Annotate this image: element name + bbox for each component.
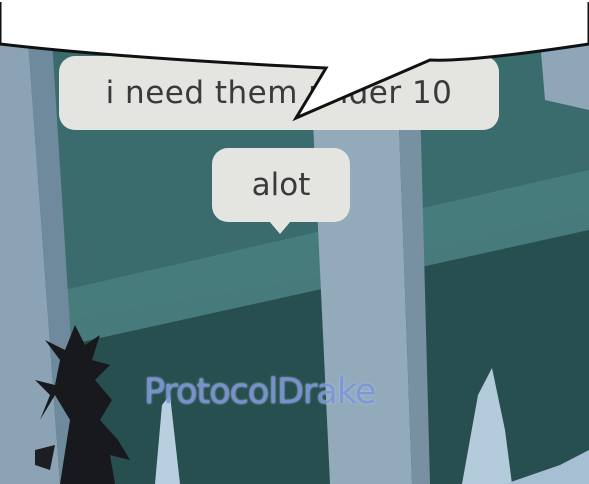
game-scene: i need them under 10 alot ProtocolDrake xyxy=(0,0,589,484)
chat-message-text: alot xyxy=(251,167,311,203)
speech-balloon-icon xyxy=(0,0,589,122)
chat-bubble-latest: alot xyxy=(212,148,350,222)
speech-balloon-overlay xyxy=(0,0,589,122)
chat-bubble-tail-icon xyxy=(269,221,291,234)
player-name-tag: ProtocolDrake xyxy=(144,372,376,412)
